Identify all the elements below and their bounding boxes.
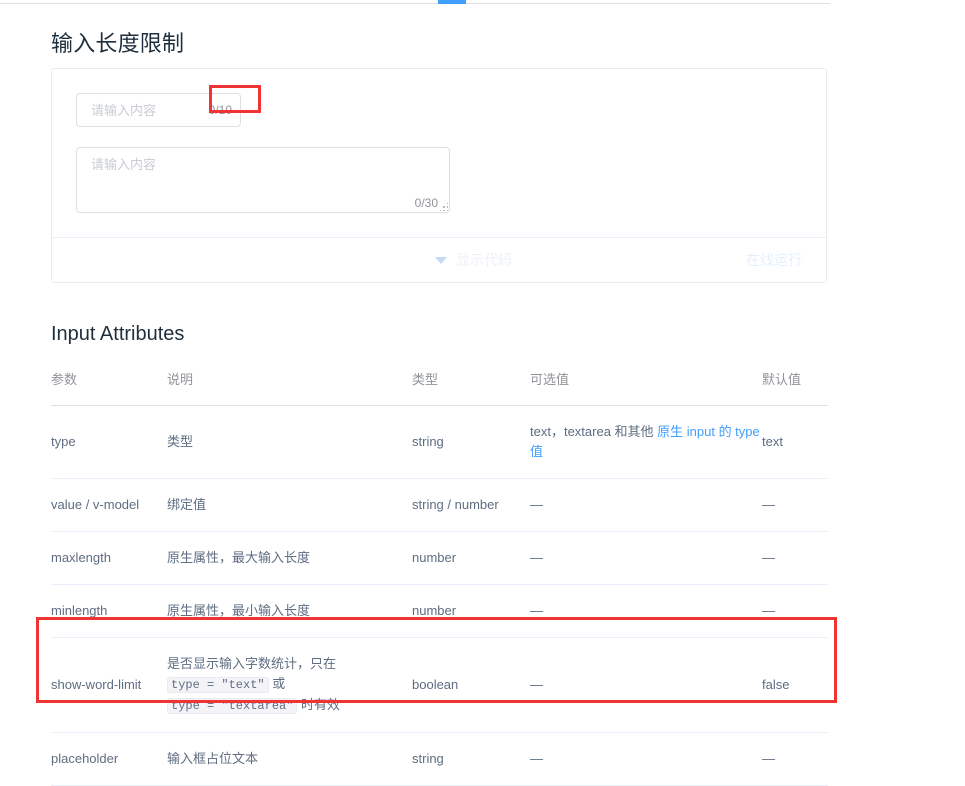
options-text: text，textarea 和其他 [530,424,658,439]
length-limited-input-wrapper: 0/10 [76,85,261,127]
tab-rail-divider [0,3,830,4]
cell-options: text，textarea 和其他 原生 input 的 type 值 [530,405,762,479]
cell-default: text [762,405,828,479]
table-row: value / v-model 绑定值 string / number — — [51,478,828,532]
cell-options: — [530,531,762,585]
cell-options: — [530,637,762,733]
page-title: 输入长度限制 [51,31,185,56]
inline-code-type-text: type = "text" [167,677,269,693]
active-tab-indicator[interactable] [438,0,466,4]
cell-type: boolean [412,637,530,733]
length-limited-textarea[interactable] [76,147,450,213]
demo-footer: 显示代码 在线运行 [52,237,826,282]
cell-desc: 输入框占位文本 [167,732,412,786]
cell-param: maxlength [51,531,167,585]
column-header-desc: 说明 [167,369,412,406]
cell-param: placeholder [51,732,167,786]
cell-type: string [412,405,530,479]
run-online-link[interactable]: 在线运行 [746,238,802,282]
cell-default: false [762,637,828,733]
table-row: type 类型 string text，textarea 和其他 原生 inpu… [51,405,828,479]
cell-options: — [530,732,762,786]
cell-default: — [762,584,828,638]
table-head: 参数 说明 类型 可选值 默认值 [51,369,828,406]
cell-param: show-word-limit [51,637,167,733]
desc-text-3: 时有效 [297,697,341,712]
cell-param: type [51,405,167,479]
column-header-type: 类型 [412,369,530,406]
cell-default: — [762,531,828,585]
cell-desc: 是否显示输入字数统计，只在 type = "text" 或 type = "te… [167,637,412,733]
table-row: maxlength 原生属性，最大输入长度 number — — [51,531,828,585]
cell-type: string / number [412,478,530,532]
attributes-table: 参数 说明 类型 可选值 默认值 type 类型 string text，tex… [51,369,828,786]
cell-options: — [530,478,762,532]
desc-text-1: 是否显示输入字数统计，只在 [167,656,337,671]
cell-desc: 原生属性，最小输入长度 [167,584,412,638]
cell-type: number [412,531,530,585]
inline-code-type-textarea: type = "textarea" [167,698,298,714]
cell-default: — [762,732,828,786]
length-limited-input[interactable] [76,93,241,127]
length-limited-textarea-wrapper: 0/30 [76,147,450,213]
column-header-options: 可选值 [530,369,762,406]
show-code-label: 显示代码 [456,252,512,268]
demo-block: 0/10 0/30 显示代码 在线运行 [51,68,827,283]
tab-rail [0,0,830,4]
cell-default: — [762,478,828,532]
desc-text-2: 或 [268,676,286,691]
column-header-param: 参数 [51,369,167,406]
cell-param: value / v-model [51,478,167,532]
cell-desc: 原生属性，最大输入长度 [167,531,412,585]
chevron-down-icon [435,256,447,264]
attributes-title: Input Attributes [51,323,185,345]
column-header-default: 默认值 [762,369,828,406]
cell-desc: 绑定值 [167,478,412,532]
demo-body: 0/10 0/30 [52,69,826,237]
cell-param: minlength [51,584,167,638]
cell-type: string [412,732,530,786]
table-row-highlighted: show-word-limit 是否显示输入字数统计，只在 type = "te… [51,637,828,733]
show-code-toggle[interactable]: 显示代码 [435,238,512,282]
cell-desc: 类型 [167,405,412,479]
table-row: placeholder 输入框占位文本 string — — [51,732,828,786]
cell-options: — [530,584,762,638]
table-body: type 类型 string text，textarea 和其他 原生 inpu… [51,405,828,786]
table-row: minlength 原生属性，最小输入长度 number — — [51,584,828,638]
cell-type: number [412,584,530,638]
table-header-row: 参数 说明 类型 可选值 默认值 [51,369,828,406]
